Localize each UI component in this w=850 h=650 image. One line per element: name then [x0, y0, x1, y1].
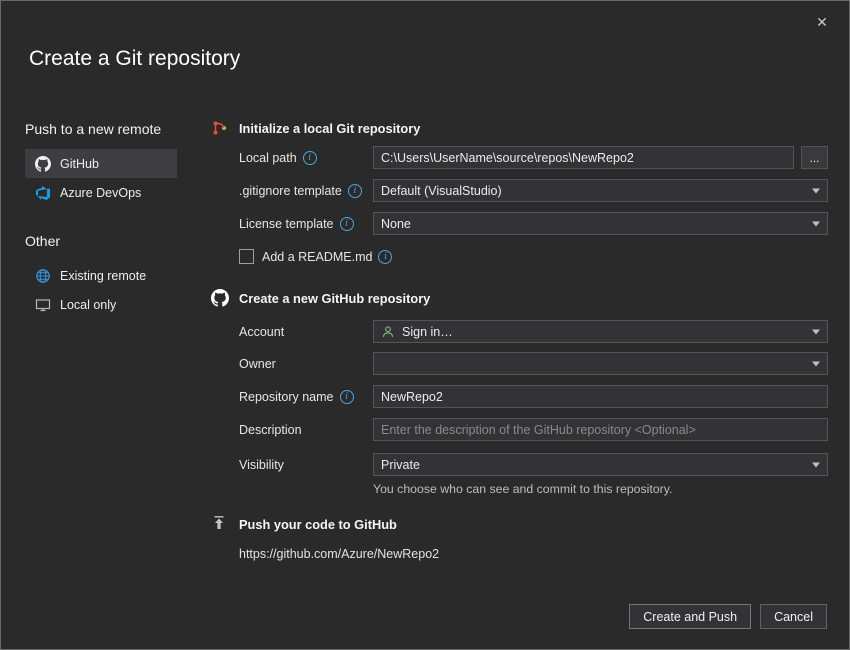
local-path-row: Local path ...: [211, 146, 828, 169]
readme-checkbox[interactable]: [239, 249, 254, 264]
readme-group: Add a README.md: [239, 249, 392, 264]
close-icon[interactable]: ✕: [811, 11, 833, 33]
description-input[interactable]: [373, 418, 828, 441]
visibility-selected-value: Private: [381, 458, 420, 472]
repository-name-input[interactable]: [373, 385, 828, 408]
dialog-title: Create a Git repository: [29, 47, 240, 71]
other-heading: Other: [25, 233, 177, 249]
computer-icon: [35, 297, 51, 313]
init-section-header: Initialize a local Git repository: [211, 119, 828, 142]
license-row: License template None: [211, 212, 828, 235]
sidebar-item-azure-devops[interactable]: Azure DevOps: [25, 178, 177, 207]
chevron-down-icon: [812, 462, 820, 467]
account-selected-value: Sign in…: [402, 325, 453, 339]
description-label: Description: [239, 423, 373, 437]
gitignore-dropdown[interactable]: Default (VisualStudio): [373, 179, 828, 202]
gitignore-row: .gitignore template Default (VisualStudi…: [211, 179, 828, 202]
push-section-header: Push your code to GitHub: [211, 515, 828, 538]
license-label-group: License template: [239, 217, 373, 231]
chevron-down-icon: [812, 361, 820, 366]
gitignore-selected-value: Default (VisualStudio): [381, 184, 502, 198]
upload-arrow-icon: [211, 515, 229, 533]
cancel-button[interactable]: Cancel: [760, 604, 827, 629]
license-label: License template: [239, 217, 334, 231]
sidebar-item-local-only[interactable]: Local only: [25, 290, 177, 319]
account-row: Account Sign in…: [211, 320, 828, 343]
info-icon[interactable]: [340, 217, 354, 231]
info-icon[interactable]: [340, 390, 354, 404]
license-selected-value: None: [381, 217, 411, 231]
sidebar-item-label: Azure DevOps: [60, 186, 141, 200]
visibility-helper-text: You choose who can see and commit to thi…: [373, 482, 672, 496]
azure-devops-icon: [35, 185, 51, 201]
chevron-down-icon: [812, 188, 820, 193]
git-init-icon: [211, 119, 229, 137]
info-icon[interactable]: [303, 151, 317, 165]
repository-name-row: Repository name: [211, 385, 828, 408]
info-icon[interactable]: [348, 184, 362, 198]
license-dropdown[interactable]: None: [373, 212, 828, 235]
local-path-input[interactable]: [373, 146, 794, 169]
sidebar: Push to a new remote GitHub Azure DevOps…: [25, 121, 177, 319]
description-row: Description: [211, 418, 828, 441]
init-section-title: Initialize a local Git repository: [239, 121, 420, 136]
push-to-remote-heading: Push to a new remote: [25, 121, 177, 137]
readme-label: Add a README.md: [262, 250, 372, 264]
github-section-title: Create a new GitHub repository: [239, 291, 430, 306]
push-url-row: https://github.com/Azure/NewRepo2: [211, 542, 828, 565]
sidebar-item-label: Local only: [60, 298, 116, 312]
account-dropdown[interactable]: Sign in…: [373, 320, 828, 343]
visibility-dropdown[interactable]: Private: [373, 453, 828, 476]
create-and-push-button[interactable]: Create and Push: [629, 604, 751, 629]
main-panel: Initialize a local Git repository Local …: [211, 119, 828, 589]
sidebar-item-existing-remote[interactable]: Existing remote: [25, 261, 177, 290]
account-label: Account: [239, 325, 373, 339]
push-section-title: Push your code to GitHub: [239, 517, 397, 532]
footer: Create and Push Cancel: [629, 604, 827, 629]
sidebar-item-github[interactable]: GitHub: [25, 149, 177, 178]
gitignore-label: .gitignore template: [239, 184, 342, 198]
sidebar-item-label: GitHub: [60, 157, 99, 171]
browse-button[interactable]: ...: [801, 146, 828, 169]
local-path-label-group: Local path: [239, 151, 373, 165]
readme-row: Add a README.md: [211, 245, 828, 268]
sign-in-person-icon: [381, 325, 395, 339]
github-section-header: Create a new GitHub repository: [211, 289, 828, 312]
repository-name-label-group: Repository name: [239, 390, 373, 404]
gitignore-label-group: .gitignore template: [239, 184, 373, 198]
owner-dropdown[interactable]: [373, 352, 828, 375]
globe-icon: [35, 268, 51, 284]
sidebar-item-label: Existing remote: [60, 269, 146, 283]
github-icon: [211, 289, 229, 307]
chevron-down-icon: [812, 221, 820, 226]
visibility-row: Visibility Private: [211, 453, 828, 476]
info-icon[interactable]: [378, 250, 392, 264]
owner-label: Owner: [239, 357, 373, 371]
chevron-down-icon: [812, 329, 820, 334]
repository-name-label: Repository name: [239, 390, 334, 404]
create-git-repository-dialog: ✕ Create a Git repository Push to a new …: [0, 0, 850, 650]
repository-url: https://github.com/Azure/NewRepo2: [239, 547, 439, 561]
local-path-label: Local path: [239, 151, 297, 165]
visibility-label: Visibility: [239, 458, 373, 472]
owner-row: Owner: [211, 352, 828, 375]
github-icon: [35, 156, 51, 172]
